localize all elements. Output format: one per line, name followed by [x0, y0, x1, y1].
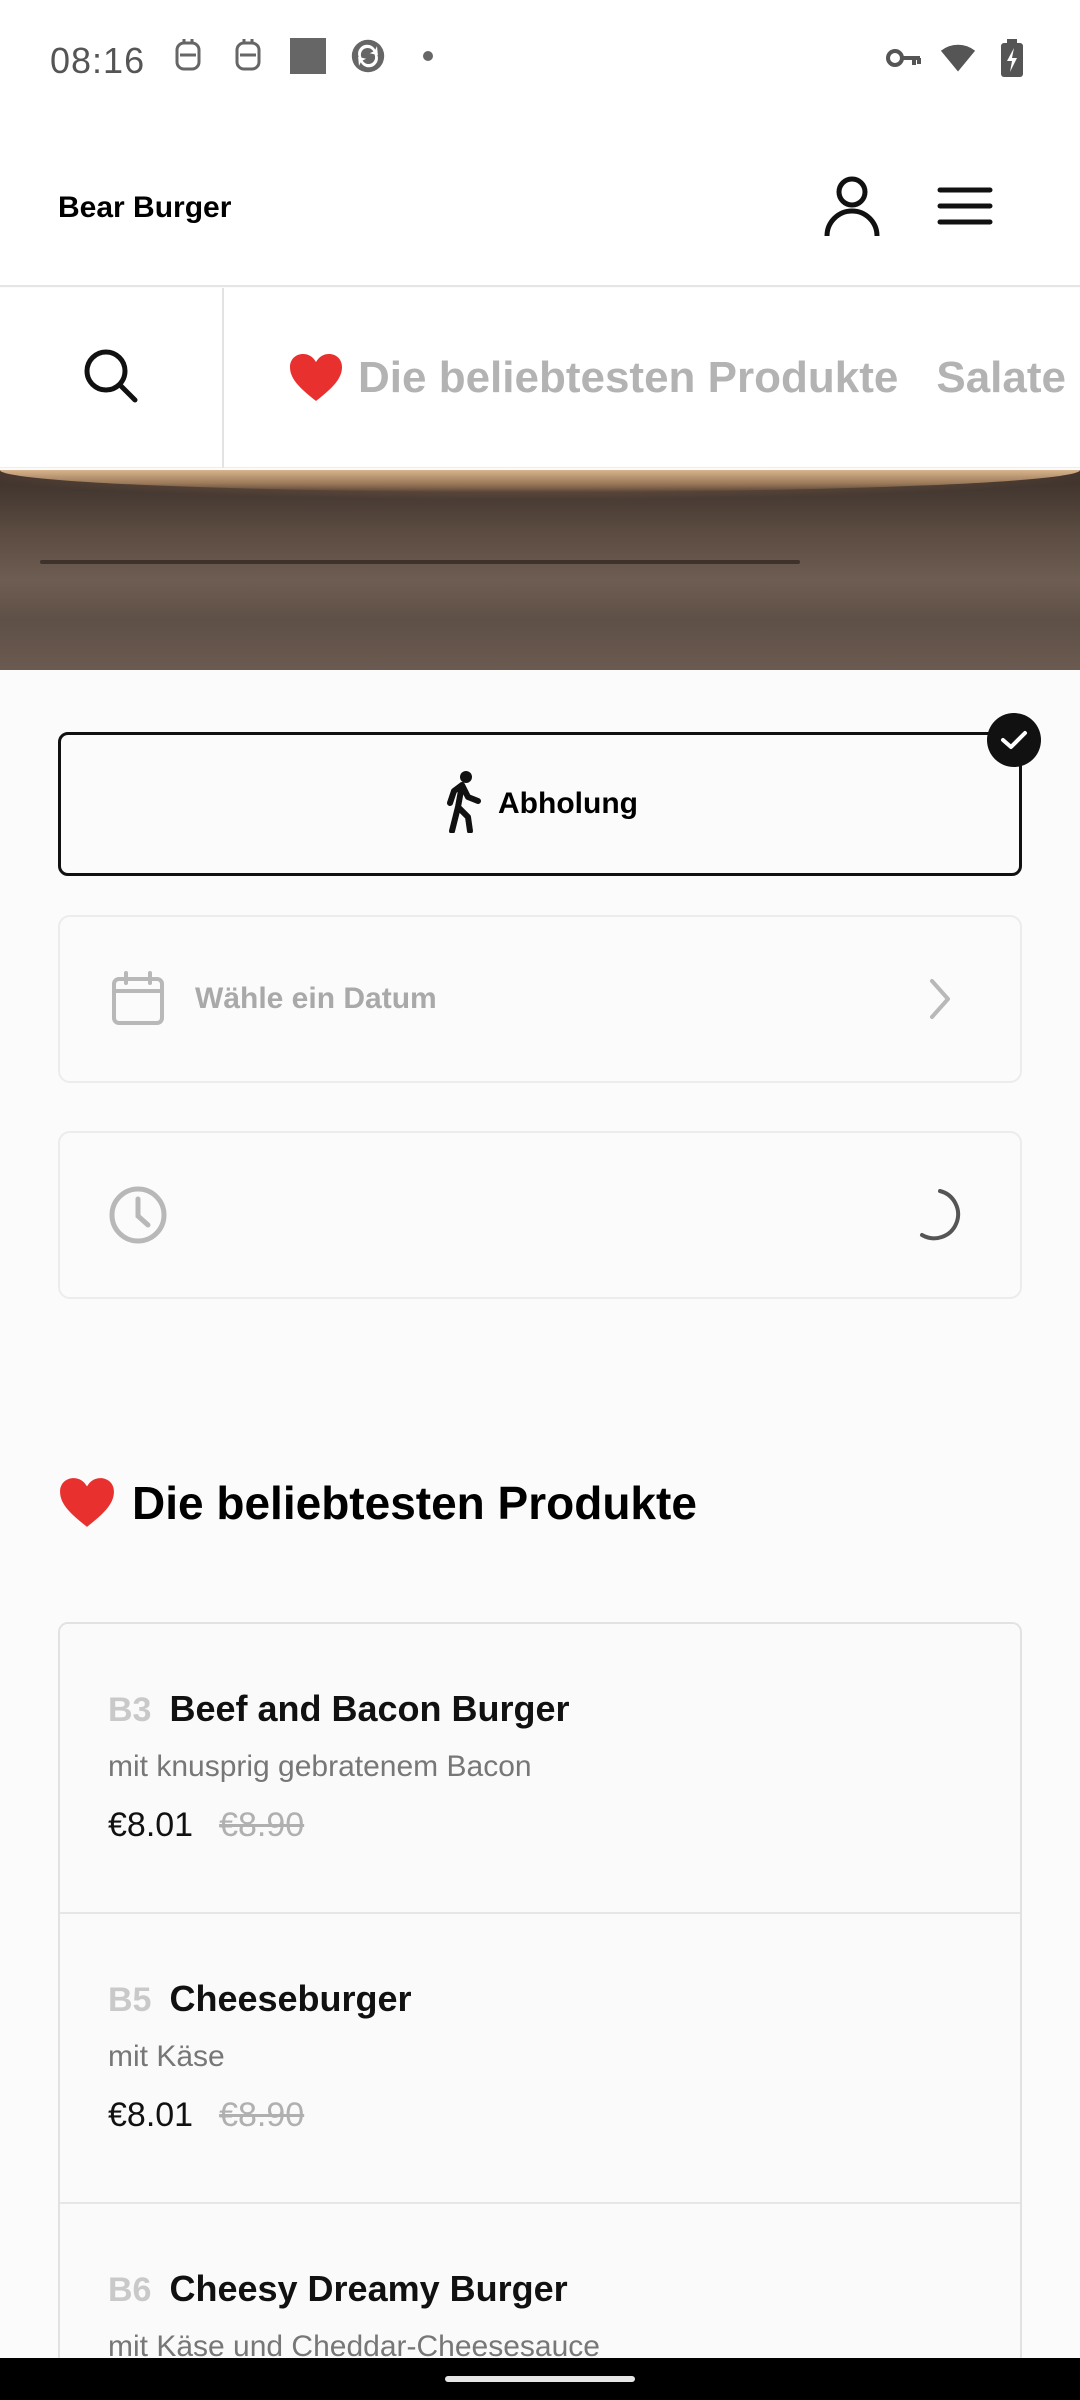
- product-name: Cheesy Dreamy Burger: [169, 2268, 568, 2309]
- heart-icon: [58, 1477, 116, 1529]
- status-time: 08:16: [50, 40, 146, 81]
- system-nav-bar: [0, 2358, 1080, 2400]
- product-price: €8.01: [108, 1806, 194, 1844]
- section-title: Die beliebtesten Produkte: [58, 1476, 697, 1530]
- dot-icon: [410, 38, 446, 74]
- tab-salads[interactable]: Salate: [936, 353, 1066, 403]
- product-description: mit knusprig gebratenem Bacon: [108, 1750, 532, 1783]
- user-icon: [822, 174, 882, 243]
- category-search-button[interactable]: [0, 288, 224, 468]
- clock-icon: [108, 1185, 168, 1245]
- category-bar: Die beliebtesten Produkte Salate: [0, 288, 1080, 468]
- home-gesture-handle[interactable]: [445, 2376, 635, 2382]
- status-left-icons: [170, 38, 446, 74]
- account-button[interactable]: [814, 170, 890, 246]
- product-name: Beef and Bacon Burger: [169, 1688, 570, 1729]
- product-description: mit Käse: [108, 2040, 225, 2073]
- product-old-price: €8.90: [219, 1806, 305, 1844]
- app-square-icon: [290, 38, 326, 74]
- heart-icon: [288, 353, 344, 403]
- app-header: Bear Burger: [0, 125, 1080, 287]
- key-icon: [886, 40, 922, 76]
- hero-image: [0, 470, 1080, 670]
- chevron-right-icon: [910, 969, 970, 1029]
- pickup-option-button[interactable]: Abholung: [58, 713, 1041, 876]
- product-name: Cheeseburger: [169, 1978, 412, 2019]
- product-item[interactable]: B5 Cheeseburger mit Käse €8.01 €8.90: [60, 1914, 1020, 2204]
- category-tabs: Die beliebtesten Produkte Salate: [288, 288, 1066, 468]
- status-bar: 08:16: [0, 0, 1080, 125]
- product-code: B5: [108, 1981, 152, 2019]
- pickup-label: Abholung: [498, 787, 638, 820]
- search-icon: [83, 348, 139, 409]
- status-right-icons: [886, 39, 1030, 77]
- time-picker[interactable]: [58, 1131, 1022, 1299]
- app-screen: 08:16 Bear Burger Die beliebtesten Produ…: [0, 0, 1080, 2400]
- wifi-icon: [940, 40, 976, 76]
- notification-icon: [230, 38, 266, 74]
- tab-label: Die beliebtesten Produkte: [358, 353, 899, 402]
- product-list: B3 Beef and Bacon Burger mit knusprig ge…: [58, 1622, 1022, 2382]
- brand-name[interactable]: Bear Burger: [58, 191, 231, 225]
- hamburger-menu-icon: [937, 186, 993, 231]
- product-code: B6: [108, 2271, 152, 2309]
- calendar-icon: [108, 969, 168, 1029]
- sync-icon: [350, 38, 386, 74]
- selected-check-icon: [987, 713, 1041, 767]
- product-price: €8.01: [108, 2096, 194, 2134]
- menu-button[interactable]: [927, 170, 1003, 246]
- product-code: B3: [108, 1691, 152, 1729]
- notification-icon: [170, 38, 206, 74]
- product-item[interactable]: B6 Cheesy Dreamy Burger mit Käse und Che…: [60, 2204, 1020, 2380]
- product-item[interactable]: B3 Beef and Bacon Burger mit knusprig ge…: [60, 1624, 1020, 1914]
- date-placeholder: Wähle ein Datum: [195, 982, 437, 1015]
- section-title-text: Die beliebtesten Produkte: [132, 1477, 697, 1529]
- tab-label: Salate: [936, 353, 1066, 402]
- battery-charging-icon: [994, 39, 1030, 77]
- product-old-price: €8.90: [219, 2096, 305, 2134]
- tab-popular-products[interactable]: Die beliebtesten Produkte: [288, 353, 898, 403]
- walking-person-icon: [442, 770, 484, 838]
- loading-spinner-icon: [910, 1185, 970, 1245]
- date-picker[interactable]: Wähle ein Datum: [58, 915, 1022, 1083]
